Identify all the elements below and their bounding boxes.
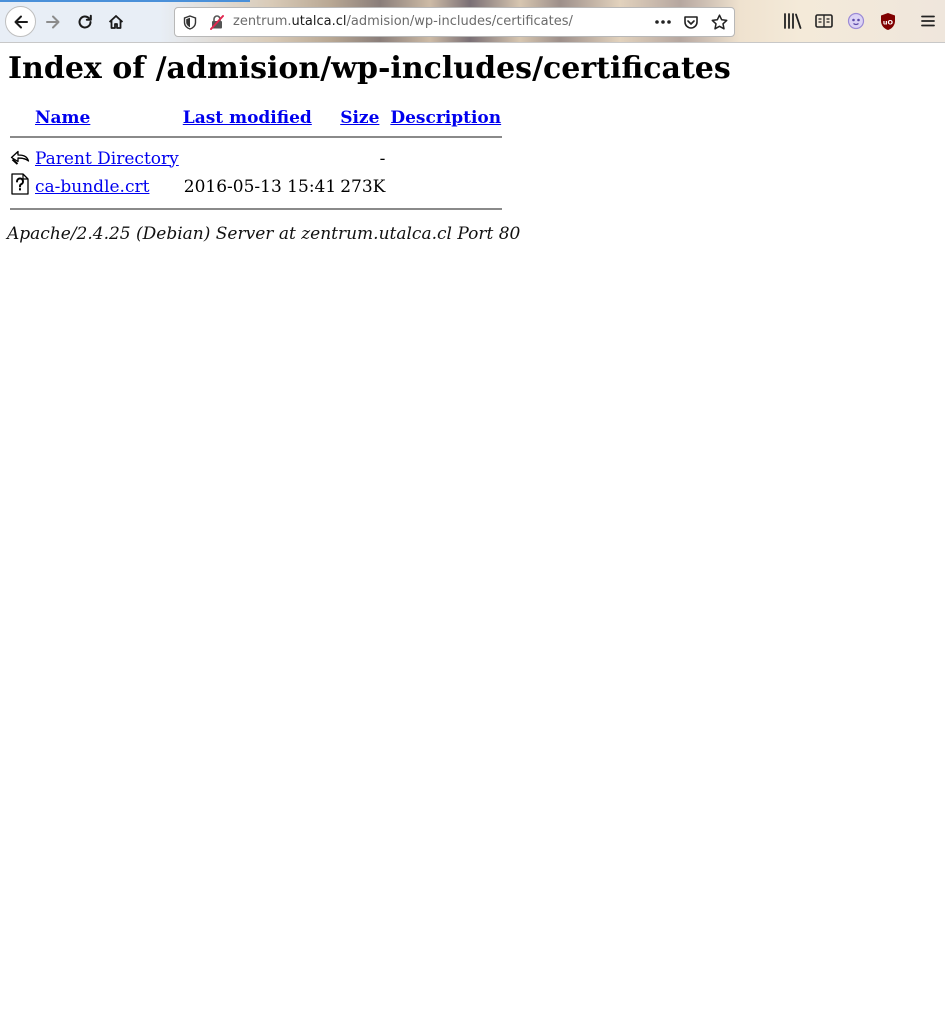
- star-icon[interactable]: [708, 13, 730, 31]
- pocket-icon[interactable]: [680, 13, 702, 31]
- hamburger-menu-icon[interactable]: [917, 10, 939, 32]
- ublock-label: uO: [883, 18, 894, 26]
- reload-icon: [78, 14, 92, 29]
- ublock-icon[interactable]: uO: [877, 10, 899, 32]
- description-column-header: Description: [389, 108, 502, 128]
- icon-column-header: [10, 108, 32, 128]
- reload-button[interactable]: [70, 7, 100, 37]
- parent-directory-link[interactable]: Parent Directory: [35, 149, 179, 169]
- table-header-row: Name Last modified Size Description: [10, 108, 502, 128]
- sort-by-name-link[interactable]: Name: [35, 108, 90, 128]
- url-bar[interactable]: zentrum.utalca.cl/admision/wp-includes/c…: [174, 7, 735, 37]
- url-domain: utalca.cl: [291, 14, 347, 29]
- divider: [10, 208, 503, 210]
- reader-view-icon[interactable]: [813, 10, 835, 32]
- size-cell: 273K: [340, 176, 386, 197]
- back-folder-icon: [10, 146, 32, 171]
- modified-cell: 2016-05-13 15:41: [183, 176, 337, 197]
- home-button[interactable]: [101, 7, 131, 37]
- sort-by-modified-link[interactable]: Last modified: [183, 108, 312, 128]
- sort-by-description-link[interactable]: Description: [390, 108, 501, 128]
- back-button[interactable]: [5, 6, 36, 37]
- directory-listing-table: Name Last modified Size Description Pare…: [8, 106, 504, 218]
- more-icon[interactable]: [652, 13, 674, 31]
- forward-button[interactable]: [38, 7, 68, 37]
- server-signature: Apache/2.4.25 (Debian) Server at zentrum…: [7, 224, 521, 244]
- page-content: Index of /admision/wp-includes/certifica…: [7, 43, 938, 244]
- back-arrow-icon: [14, 15, 28, 28]
- modified-cell: [182, 146, 337, 171]
- file-link[interactable]: ca-bundle.crt: [35, 177, 149, 197]
- browser-toolbar: zentrum.utalca.cl/admision/wp-includes/c…: [0, 0, 945, 43]
- table-row: Parent Directory -: [10, 146, 502, 171]
- size-cell: -: [379, 148, 386, 169]
- unknown-file-icon: [10, 173, 32, 200]
- active-tab-indicator: [0, 0, 250, 2]
- name-column-header: Name: [34, 108, 180, 128]
- description-cell: [389, 173, 502, 200]
- extension-icon[interactable]: [845, 10, 867, 32]
- footer-divider-row: [10, 202, 503, 216]
- url-path: /admision/wp-includes/certificates/: [346, 14, 573, 29]
- forward-arrow-icon: [46, 15, 60, 29]
- library-icon[interactable]: [781, 10, 803, 32]
- modified-column-header: Last modified: [182, 108, 337, 128]
- url-text[interactable]: zentrum.utalca.cl/admision/wp-includes/c…: [233, 14, 573, 29]
- file-name-cell: ca-bundle.crt: [34, 173, 180, 200]
- table-row: ca-bundle.crt 2016-05-13 15:41 273K: [10, 173, 502, 200]
- size-column-header: Size: [339, 108, 387, 128]
- url-prefix: zentrum.: [233, 14, 292, 29]
- file-name-cell: Parent Directory: [34, 146, 180, 171]
- home-icon: [108, 15, 124, 29]
- shield-icon[interactable]: [182, 14, 198, 30]
- sort-by-size-link[interactable]: Size: [340, 108, 379, 128]
- page-title: Index of /admision/wp-includes/certifica…: [8, 51, 731, 86]
- divider: [10, 136, 503, 138]
- header-divider-row: [10, 130, 503, 144]
- description-cell: [389, 146, 502, 171]
- insecure-lock-icon[interactable]: [209, 14, 225, 30]
